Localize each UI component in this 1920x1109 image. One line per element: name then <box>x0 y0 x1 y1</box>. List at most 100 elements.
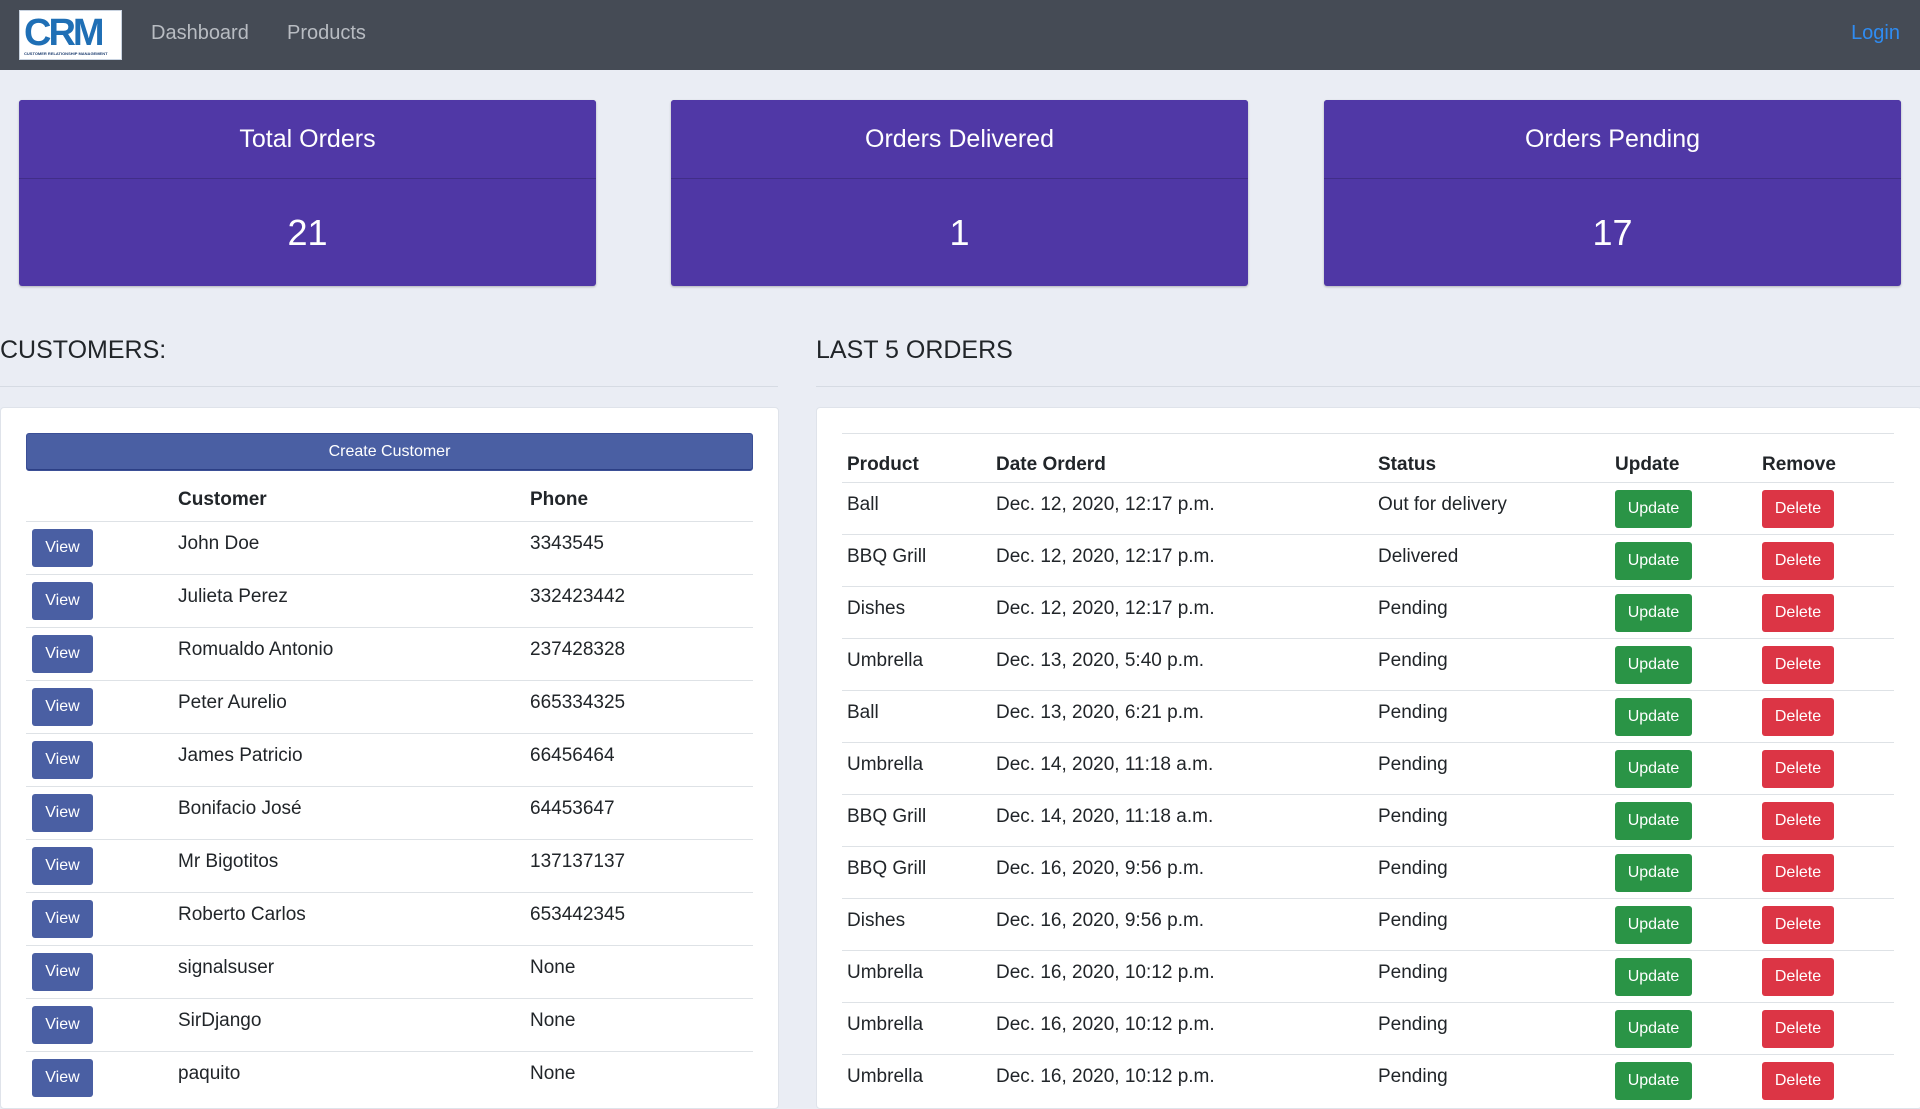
update-order-button[interactable]: Update <box>1615 1009 1692 1048</box>
login-link[interactable]: Login <box>1851 22 1900 45</box>
column-header: Phone <box>530 489 589 510</box>
remove-cell: Delete <box>1757 742 1894 795</box>
view-cell: View <box>26 733 172 787</box>
update-order-button[interactable]: Update <box>1615 645 1692 684</box>
order-date: Dec. 14, 2020, 11:18 a.m. <box>991 742 1373 795</box>
customer-phone: 653442345 <box>524 892 753 946</box>
view-cell: View <box>26 998 172 1052</box>
column-header: Date Orderd <box>991 433 1373 483</box>
customer-phone: 665334325 <box>524 680 753 734</box>
table-row: View SirDjango None <box>26 998 753 1052</box>
delete-order-button[interactable]: Delete <box>1762 593 1834 632</box>
column-header: Status <box>1373 433 1610 483</box>
crm-logo[interactable]: CRM CUSTOMER RELATIONSHIP MANAGEMENT <box>19 10 122 60</box>
customers-table: Customer Phone View John Doe 3343545 View Ju… <box>26 479 753 1104</box>
nav-link-dashboard[interactable]: Dashboard <box>151 22 249 45</box>
view-cell: View <box>26 627 172 681</box>
column-header <box>26 479 172 522</box>
delete-order-button[interactable]: Delete <box>1762 1061 1834 1100</box>
table-row: Ball Dec. 13, 2020, 6:21 p.m. Pending Updat… <box>842 690 1894 743</box>
view-customer-button[interactable]: View <box>32 953 93 991</box>
view-cell: View <box>26 945 172 999</box>
view-customer-button[interactable]: View <box>32 1059 93 1097</box>
update-cell: Update <box>1610 482 1757 535</box>
update-order-button[interactable]: Update <box>1615 489 1692 528</box>
delete-order-button[interactable]: Delete <box>1762 1009 1834 1048</box>
delete-order-button[interactable]: Delete <box>1762 749 1834 788</box>
logo-text: CRM <box>24 12 105 54</box>
view-customer-button[interactable]: View <box>32 794 93 832</box>
customer-name: Bonifacio José <box>172 786 524 840</box>
view-customer-button[interactable]: View <box>32 688 93 726</box>
stat-value: 17 <box>1592 211 1633 253</box>
delete-order-button[interactable]: Delete <box>1762 905 1834 944</box>
order-status: Pending <box>1373 1054 1610 1106</box>
delete-order-button[interactable]: Delete <box>1762 853 1834 892</box>
order-product: BBQ Grill <box>842 794 991 847</box>
remove-cell: Delete <box>1757 482 1894 535</box>
delete-order-button[interactable]: Delete <box>1762 489 1834 528</box>
create-customer-button[interactable]: Create Customer <box>26 433 753 471</box>
stat-value: 1 <box>949 211 970 253</box>
update-order-button[interactable]: Update <box>1615 593 1692 632</box>
customer-phone: 137137137 <box>524 839 753 893</box>
table-header-row: Customer Phone <box>26 479 753 522</box>
update-order-button[interactable]: Update <box>1615 905 1692 944</box>
delete-order-button[interactable]: Delete <box>1762 541 1834 580</box>
stat-card-orders-pending: Orders Pending 17 <box>1324 100 1901 286</box>
update-order-button[interactable]: Update <box>1615 1061 1692 1100</box>
remove-cell: Delete <box>1757 846 1894 899</box>
delete-order-button[interactable]: Delete <box>1762 697 1834 736</box>
table-row: Dishes Dec. 12, 2020, 12:17 p.m. Pending Up… <box>842 586 1894 639</box>
customer-phone: 3343545 <box>524 521 753 575</box>
update-cell: Update <box>1610 846 1757 899</box>
view-customer-button[interactable]: View <box>32 635 93 673</box>
table-row: View signalsuser None <box>26 945 753 999</box>
table-row: BBQ Grill Dec. 16, 2020, 9:56 p.m. Pending… <box>842 846 1894 899</box>
delete-order-button[interactable]: Delete <box>1762 645 1834 684</box>
customer-phone: None <box>524 945 753 999</box>
customer-phone: 332423442 <box>524 574 753 628</box>
update-order-button[interactable]: Update <box>1615 541 1692 580</box>
table-row: View Julieta Perez 332423442 <box>26 574 753 628</box>
view-cell: View <box>26 680 172 734</box>
delete-order-button[interactable]: Delete <box>1762 957 1834 996</box>
nav-link-products[interactable]: Products <box>287 22 366 45</box>
view-customer-button[interactable]: View <box>32 847 93 885</box>
view-customer-button[interactable]: View <box>32 741 93 779</box>
orders-table: Product Date Orderd Status Update Remove… <box>842 433 1894 1106</box>
view-customer-button[interactable]: View <box>32 529 93 567</box>
order-date: Dec. 16, 2020, 9:56 p.m. <box>991 846 1373 899</box>
update-order-button[interactable]: Update <box>1615 801 1692 840</box>
order-date: Dec. 16, 2020, 10:12 p.m. <box>991 950 1373 1003</box>
customer-phone: None <box>524 1051 753 1104</box>
order-product: Dishes <box>842 586 991 639</box>
order-product: Dishes <box>842 898 991 951</box>
view-customer-button[interactable]: View <box>32 582 93 620</box>
update-order-button[interactable]: Update <box>1615 853 1692 892</box>
customers-heading: CUSTOMERS: <box>0 336 167 364</box>
update-cell: Update <box>1610 690 1757 743</box>
view-customer-button[interactable]: View <box>32 1006 93 1044</box>
customer-name: James Patricio <box>172 733 524 787</box>
update-cell: Update <box>1610 898 1757 951</box>
view-customer-button[interactable]: View <box>32 900 93 938</box>
update-order-button[interactable]: Update <box>1615 697 1692 736</box>
delete-order-button[interactable]: Delete <box>1762 801 1834 840</box>
order-product: Umbrella <box>842 1054 991 1106</box>
remove-cell: Delete <box>1757 586 1894 639</box>
table-row: View James Patricio 66456464 <box>26 733 753 787</box>
table-row: Umbrella Dec. 13, 2020, 5:40 p.m. Pending U… <box>842 638 1894 691</box>
stat-title: Orders Pending <box>1324 100 1901 179</box>
order-date: Dec. 16, 2020, 10:12 p.m. <box>991 1054 1373 1106</box>
stat-title: Total Orders <box>19 100 596 179</box>
update-order-button[interactable]: Update <box>1615 749 1692 788</box>
customer-phone: 237428328 <box>524 627 753 681</box>
logo-subtext: CUSTOMER RELATIONSHIP MANAGEMENT <box>24 51 108 56</box>
table-row: Umbrella Dec. 16, 2020, 10:12 p.m. Pending… <box>842 1002 1894 1055</box>
customer-name: John Doe <box>172 521 524 575</box>
customer-name: SirDjango <box>172 998 524 1052</box>
update-order-button[interactable]: Update <box>1615 957 1692 996</box>
order-status: Pending <box>1373 690 1610 743</box>
order-product: Ball <box>842 690 991 743</box>
